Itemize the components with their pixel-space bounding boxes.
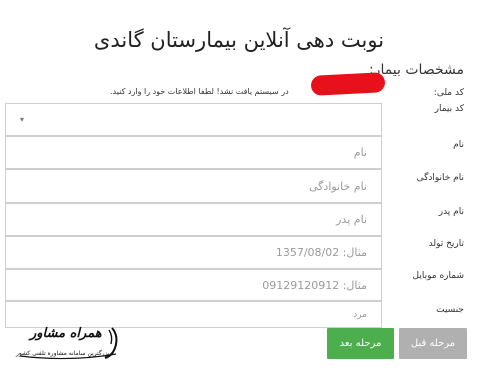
mobile-label: شماره موبایل	[412, 271, 464, 281]
chevron-down-icon: ▾	[20, 115, 25, 124]
mobile-placeholder: مثال: 09129120912	[262, 278, 367, 292]
father-name-field[interactable]: نام پدر	[5, 203, 382, 236]
section-title: مشخصات بیمار:	[368, 62, 464, 78]
next-step-button[interactable]: مرحله بعد	[327, 328, 394, 359]
watermark-brand: همراه مشاور	[30, 326, 102, 341]
national-id-label: کد ملی:	[433, 88, 464, 98]
patient-code-label: کد بیمار	[434, 104, 464, 114]
last-name-field[interactable]: نام خانوادگی	[5, 169, 382, 203]
birth-date-field[interactable]: مثال: 1357/08/02	[5, 236, 382, 269]
birth-date-placeholder: مثال: 1357/08/02	[275, 246, 367, 259]
watermark-tagline: بزرگترین سامانه مشاوره تلفنی کشور	[16, 350, 110, 357]
last-name-placeholder: نام خانوادگی	[309, 179, 367, 193]
not-found-message: در سیستم یافت نشد! لطفا اطلاعات خود را و…	[110, 87, 289, 96]
father-name-placeholder: نام پدر	[336, 213, 367, 226]
patient-code-select[interactable]: ▾	[5, 103, 382, 136]
first-name-field[interactable]: نام	[5, 136, 382, 169]
previous-step-button[interactable]: مرحله قبل	[399, 328, 467, 359]
mobile-field[interactable]: مثال: 09129120912	[5, 269, 382, 301]
gender-label: جنسیت	[436, 305, 464, 315]
first-name-placeholder: نام	[353, 146, 367, 159]
page-title: نوبت دهی آنلاین بیمارستان گاندی	[93, 28, 385, 52]
first-name-label: نام	[453, 140, 464, 150]
gender-value: مرد	[353, 309, 367, 320]
redaction-mark	[310, 72, 386, 96]
father-name-label: نام پدر	[438, 207, 464, 217]
last-name-label: نام خانوادگی	[416, 173, 464, 183]
birth-date-label: تاریخ تولد	[428, 239, 464, 249]
